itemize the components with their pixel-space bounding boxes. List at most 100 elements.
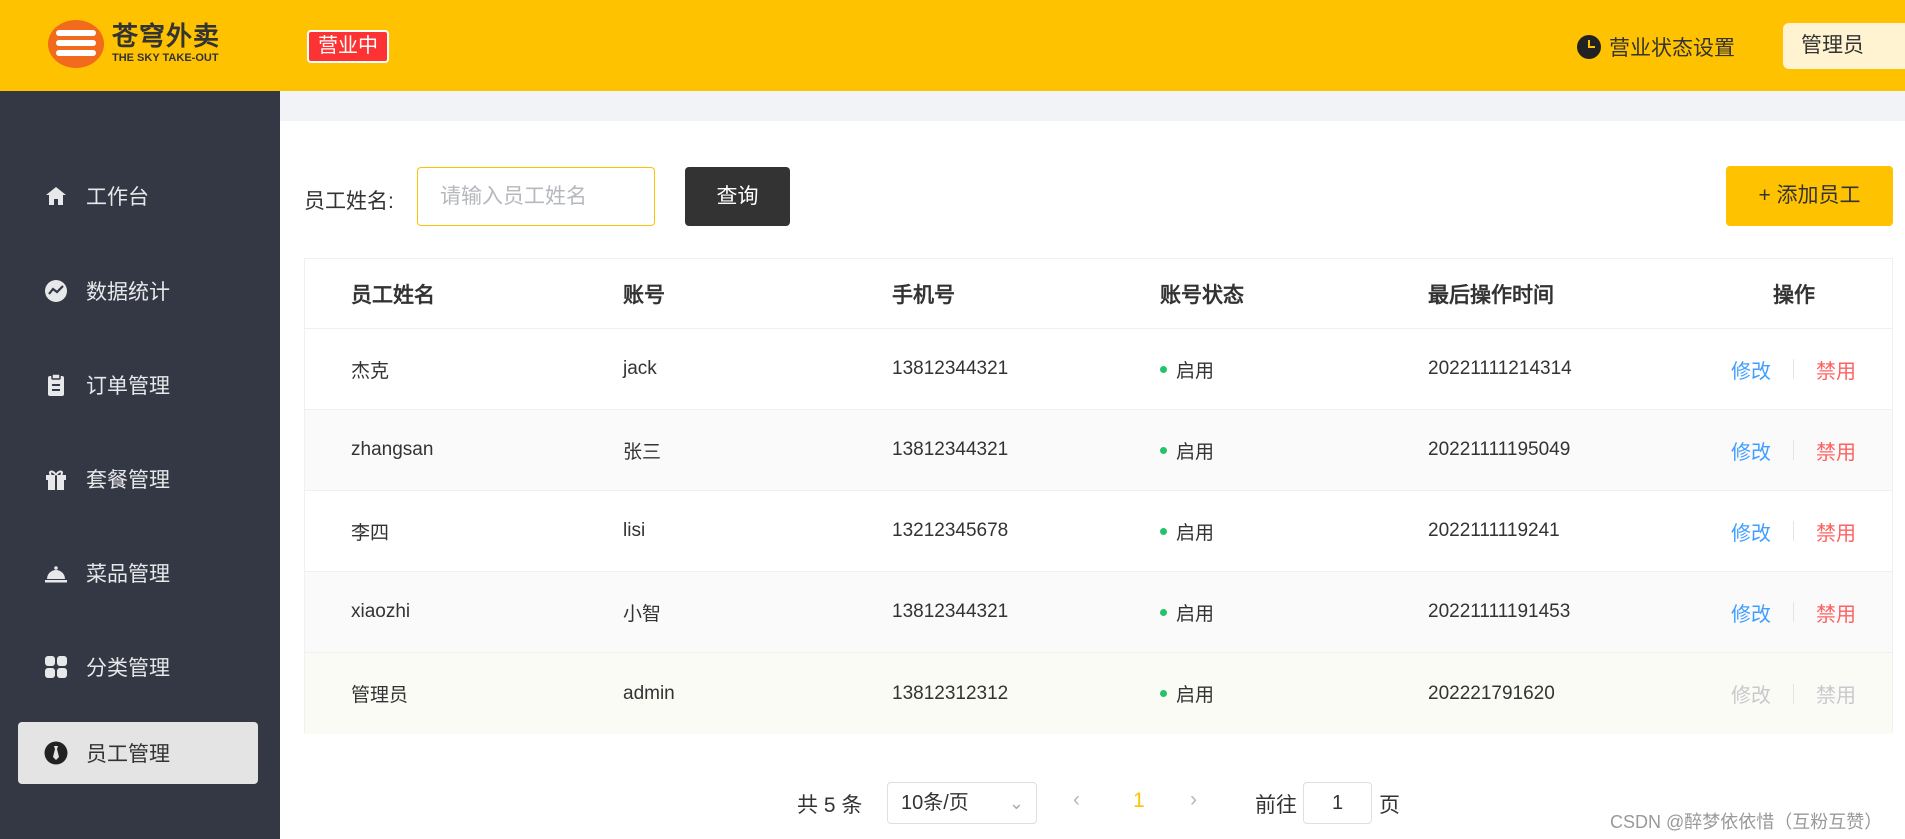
status-dot <box>1160 446 1167 454</box>
status-text: 启用 <box>1176 522 1215 544</box>
logo-title: 苍穹外卖 <box>112 22 221 52</box>
disable-link[interactable]: 禁用 <box>1816 436 1856 465</box>
cell-employee-name: 李四 <box>351 522 390 544</box>
clipboard-icon <box>44 373 68 397</box>
user-menu-button[interactable]: 管理员 <box>1783 23 1905 69</box>
header-phone: 手机号 <box>892 283 955 307</box>
employee-name-search-input[interactable] <box>417 167 655 226</box>
goto-page-input[interactable] <box>1303 782 1372 824</box>
cell-account: jack <box>623 358 657 379</box>
row-actions: 修改 禁用 <box>1731 679 1856 708</box>
cell-account: lisi <box>623 520 646 541</box>
row-actions: 修改 禁用 <box>1731 598 1856 627</box>
sidebar-item-statistics[interactable]: 数据统计 <box>18 260 258 322</box>
action-divider <box>1793 602 1794 622</box>
table-row: xiaozhi 小智 13812344321 启用 20221111191453… <box>305 572 1892 653</box>
clock-icon <box>1577 35 1601 59</box>
cell-phone: 13812344321 <box>892 439 1009 460</box>
table-row: zhangsan 张三 13812344321 启用 2022111119504… <box>305 410 1892 491</box>
cell-status: 启用 <box>1160 518 1214 545</box>
logo-subtitle: THE SKY TAKE-OUT <box>112 52 219 64</box>
sidebar-item-categories[interactable]: 分类管理 <box>18 636 258 698</box>
page-size-value: 10条/页 <box>901 792 969 814</box>
sidebar-item-setmeal[interactable]: 套餐管理 <box>18 448 258 510</box>
cell-phone: 13212345678 <box>892 520 1009 541</box>
status-text: 启用 <box>1176 441 1215 463</box>
chevron-down-icon: ⌄ <box>1008 793 1024 813</box>
chart-icon <box>44 279 68 303</box>
status-text: 启用 <box>1176 685 1215 706</box>
sidebar-item-label: 套餐管理 <box>86 469 170 492</box>
edit-link-disabled: 修改 <box>1731 685 1771 707</box>
cell-time: 20221111195049 <box>1428 439 1571 460</box>
cell-phone: 13812312312 <box>892 682 1009 704</box>
sidebar-item-label: 订单管理 <box>86 375 170 398</box>
sidebar-item-orders[interactable]: 订单管理 <box>18 354 258 416</box>
status-dot <box>1160 608 1167 616</box>
action-divider <box>1793 683 1794 704</box>
cell-time: 20221111214314 <box>1428 358 1572 379</box>
chevron-right-icon[interactable]: › <box>1190 788 1197 812</box>
cell-account: 张三 <box>623 441 662 463</box>
status-text: 启用 <box>1176 603 1215 625</box>
goto-label: 前往 <box>1255 794 1297 817</box>
cell-employee-name: 杰克 <box>351 360 390 382</box>
employee-table: 员工姓名 账号 手机号 账号状态 最后操作时间 操作 杰克 jack 13812… <box>304 258 1893 734</box>
chevron-left-icon[interactable]: ‹ <box>1073 788 1080 812</box>
disable-link[interactable]: 禁用 <box>1816 517 1856 546</box>
table-row: 管理员 admin 13812312312 启用 202221791620 修改… <box>305 653 1892 734</box>
sidebar-item-label: 菜品管理 <box>86 563 170 586</box>
cell-account: admin <box>623 682 675 704</box>
pagination-total: 共 5 条 <box>797 794 863 817</box>
header-actions: 操作 <box>1773 283 1815 307</box>
home-icon <box>44 184 68 208</box>
top-bar: 苍穹外卖 THE SKY TAKE-OUT 营业中 营业状态设置 管理员 <box>0 0 1905 91</box>
page-number-current[interactable]: 1 <box>1133 789 1145 813</box>
query-button[interactable]: 查询 <box>685 167 790 226</box>
sidebar: 工作台 数据统计 订单管理 套餐管理 菜品管理 分类管理 员工管理 <box>0 91 280 839</box>
sidebar-item-dashboard[interactable]: 工作台 <box>18 165 258 227</box>
business-status-badge: 营业中 <box>307 30 389 63</box>
cell-phone: 13812344321 <box>892 358 1009 379</box>
logo: 苍穹外卖 THE SKY TAKE-OUT <box>48 20 220 68</box>
add-employee-button[interactable]: + 添加员工 <box>1726 166 1893 226</box>
search-label: 员工姓名: <box>304 190 394 213</box>
edit-link[interactable]: 修改 <box>1731 355 1771 384</box>
page-size-select[interactable]: 10条/页 ⌄ <box>887 782 1037 824</box>
watermark: CSDN @醉梦依依惜（互粉互赞） <box>1610 812 1883 832</box>
gift-icon <box>44 467 68 491</box>
status-dot <box>1160 527 1167 535</box>
tie-icon <box>44 741 68 765</box>
row-actions: 修改 禁用 <box>1731 355 1856 384</box>
table-header: 员工姓名 账号 手机号 账号状态 最后操作时间 操作 <box>305 259 1892 329</box>
content-top-strip <box>280 91 1905 121</box>
sidebar-item-label: 分类管理 <box>86 657 170 680</box>
sidebar-item-employees[interactable]: 员工管理 <box>18 722 258 784</box>
disable-link[interactable]: 禁用 <box>1816 598 1856 627</box>
cell-time: 2022111119241 <box>1428 520 1560 541</box>
shop-status-settings-button[interactable]: 营业状态设置 <box>1577 32 1735 62</box>
header-last-operation-time: 最后操作时间 <box>1428 283 1554 307</box>
sidebar-item-label: 数据统计 <box>86 281 170 304</box>
header-account: 账号 <box>623 283 665 307</box>
edit-link[interactable]: 修改 <box>1731 436 1771 465</box>
edit-link[interactable]: 修改 <box>1731 598 1771 627</box>
action-divider <box>1793 521 1794 541</box>
cell-employee-name: zhangsan <box>351 439 434 460</box>
disable-link-disabled: 禁用 <box>1816 685 1856 707</box>
disable-link[interactable]: 禁用 <box>1816 355 1856 384</box>
status-dot <box>1160 365 1167 373</box>
sidebar-item-label: 工作台 <box>86 186 149 209</box>
sidebar-item-label: 员工管理 <box>86 743 170 766</box>
row-actions: 修改 禁用 <box>1731 517 1856 546</box>
cell-status: 启用 <box>1160 599 1214 626</box>
logo-icon <box>48 20 104 68</box>
cloche-icon <box>44 561 68 585</box>
action-divider <box>1793 359 1794 379</box>
sidebar-item-dishes[interactable]: 菜品管理 <box>18 542 258 604</box>
table-row: 李四 lisi 13212345678 启用 2022111119241 修改 … <box>305 491 1892 572</box>
cell-employee-name: xiaozhi <box>351 601 411 622</box>
cell-status: 启用 <box>1160 437 1214 464</box>
edit-link[interactable]: 修改 <box>1731 517 1771 546</box>
table-row: 杰克 jack 13812344321 启用 20221111214314 修改… <box>305 329 1892 410</box>
